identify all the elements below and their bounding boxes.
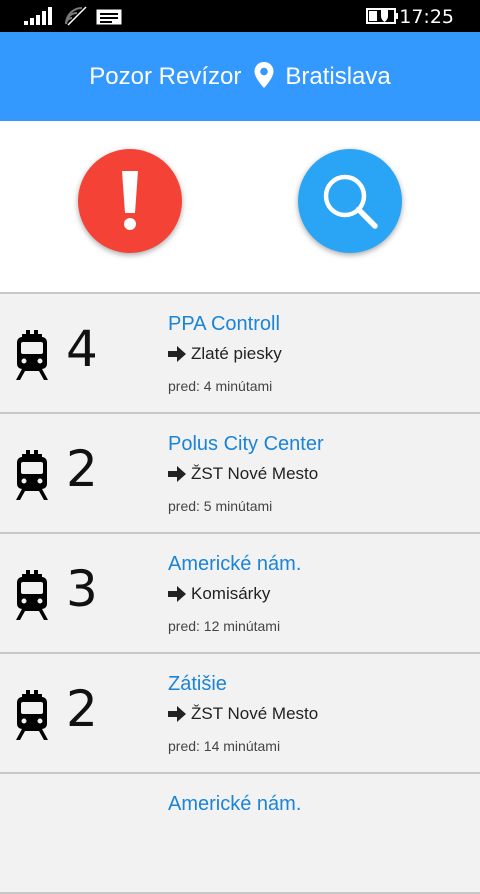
- arrow-right-icon: [168, 706, 186, 722]
- report-controller-button[interactable]: [78, 149, 182, 253]
- arrow-right-icon: [168, 346, 186, 362]
- controller-count: 4: [66, 320, 98, 378]
- app-bar: Pozor Revízor Bratislava: [0, 32, 480, 121]
- search-icon: [323, 174, 378, 229]
- controller-count: 2: [66, 440, 98, 498]
- status-time: 17:25: [399, 6, 454, 28]
- direction: ŽST Nové Mesto: [168, 704, 318, 724]
- tram-icon: [16, 330, 48, 380]
- tram-icon: [16, 570, 48, 620]
- list-item[interactable]: Americké nám.: [0, 774, 480, 894]
- search-button[interactable]: [298, 149, 402, 253]
- list-item[interactable]: 2 Polus City Center ŽST Nové Mesto pred:…: [0, 414, 480, 534]
- wifi-icon: [65, 6, 87, 26]
- direction: ŽST Nové Mesto: [168, 464, 318, 484]
- app-title: Pozor Revízor: [89, 62, 242, 90]
- controller-count: 3: [66, 560, 98, 618]
- tram-icon: [16, 450, 48, 500]
- status-bar: 17:25: [0, 0, 480, 32]
- report-time: pred: 5 minútami: [168, 498, 273, 514]
- list-item[interactable]: 3 Americké nám. Komisárky pred: 12 minút…: [0, 534, 480, 654]
- battery-icon: [366, 8, 398, 24]
- controller-count: 2: [66, 680, 98, 738]
- stop-name: Zátišie: [168, 673, 227, 695]
- city-name[interactable]: Bratislava: [285, 63, 390, 91]
- signal-icon: [24, 7, 52, 25]
- tram-icon: [16, 690, 48, 740]
- direction-label: ŽST Nové Mesto: [191, 704, 319, 723]
- report-time: pred: 14 minútami: [168, 738, 281, 754]
- message-icon: [96, 9, 122, 25]
- report-time: pred: 4 minútami: [168, 378, 273, 394]
- stop-name: Polus City Center: [168, 433, 324, 455]
- list-item[interactable]: 2 Zátišie ŽST Nové Mesto pred: 14 minúta…: [0, 654, 480, 774]
- arrow-right-icon: [168, 586, 186, 602]
- list-item[interactable]: 4 PPA Controll Zlaté piesky pred: 4 minú…: [0, 294, 480, 414]
- location-pin-icon[interactable]: [253, 61, 275, 89]
- report-time: pred: 12 minútami: [168, 618, 281, 634]
- direction-label: Komisárky: [191, 584, 271, 603]
- direction: Zlaté piesky: [168, 344, 282, 364]
- stop-name: Americké nám.: [168, 553, 302, 575]
- exclamation-icon: [122, 171, 138, 230]
- stop-name: Americké nám.: [168, 793, 302, 815]
- action-panel: [0, 121, 480, 293]
- stop-name: PPA Controll: [168, 313, 280, 335]
- direction-label: Zlaté piesky: [191, 344, 282, 363]
- report-list: 4 PPA Controll Zlaté piesky pred: 4 minú…: [0, 292, 480, 894]
- direction-label: ŽST Nové Mesto: [191, 464, 319, 483]
- direction: Komisárky: [168, 584, 270, 604]
- arrow-right-icon: [168, 466, 186, 482]
